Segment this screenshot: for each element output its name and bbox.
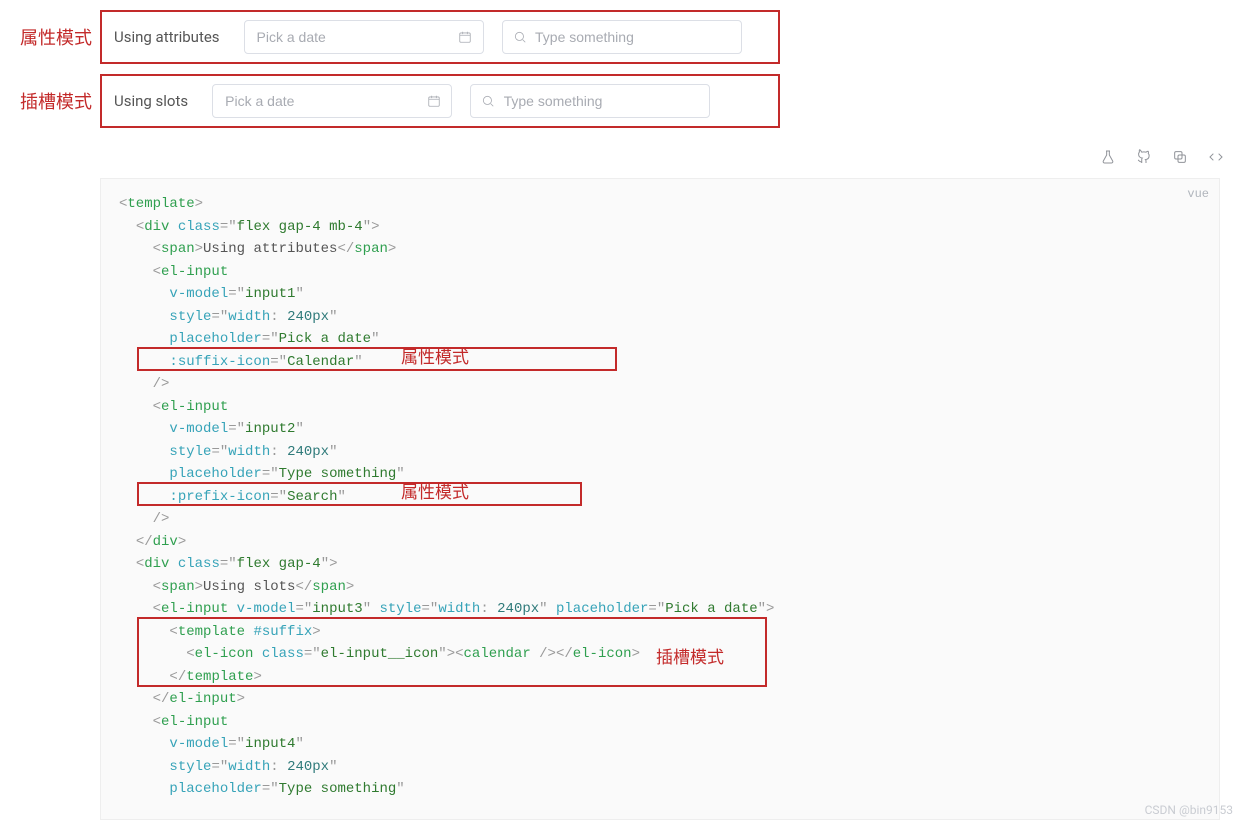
- search-input-slot[interactable]: [470, 84, 710, 118]
- code-line: <el-input v-model="input3" style="width:…: [119, 598, 1201, 621]
- code-toolbar: [0, 138, 1247, 172]
- search-icon: [481, 93, 495, 109]
- code-block: vue 属性模式 属性模式 插槽模式 <template> <div class…: [100, 178, 1220, 820]
- code-line: <el-input: [119, 396, 1201, 419]
- code-line: v-model="input2": [119, 418, 1201, 441]
- label-en-attributes: Using attributes: [114, 28, 220, 46]
- code-line: :suffix-icon="Calendar": [119, 351, 1201, 374]
- code-line: />: [119, 508, 1201, 531]
- code-line: v-model="input4": [119, 733, 1201, 756]
- code-line: <template>: [119, 193, 1201, 216]
- code-line: v-model="input1": [119, 283, 1201, 306]
- code-line: :prefix-icon="Search": [119, 486, 1201, 509]
- demo-row-attributes: 属性模式 Using attributes: [100, 10, 780, 64]
- code-line: style="width: 240px": [119, 306, 1201, 329]
- label-cn-attributes: 属性模式: [20, 24, 92, 50]
- code-toggle-icon[interactable]: [1207, 148, 1225, 166]
- flask-icon[interactable]: [1099, 148, 1117, 166]
- search-icon: [513, 29, 527, 45]
- code-line: </el-input>: [119, 688, 1201, 711]
- code-line: <el-input: [119, 261, 1201, 284]
- date-input-field[interactable]: [255, 28, 453, 46]
- label-en-slots: Using slots: [114, 92, 188, 110]
- search-input-slot-field[interactable]: [502, 92, 700, 110]
- code-line: style="width: 240px": [119, 756, 1201, 779]
- search-input-field[interactable]: [533, 28, 731, 46]
- date-input-slot[interactable]: [212, 84, 452, 118]
- annotation-attr-mode-2: 属性模式: [401, 482, 469, 505]
- annotation-slot-mode: 插槽模式: [656, 647, 724, 670]
- code-line: placeholder="Type something": [119, 778, 1201, 801]
- code-line: <div class="flex gap-4">: [119, 553, 1201, 576]
- github-icon[interactable]: [1135, 148, 1153, 166]
- watermark: CSDN @bin9153: [1145, 803, 1233, 817]
- label-cn-slots: 插槽模式: [20, 88, 92, 114]
- copy-icon[interactable]: [1171, 148, 1189, 166]
- code-line: />: [119, 373, 1201, 396]
- code-line: placeholder="Type something": [119, 463, 1201, 486]
- code-line: placeholder="Pick a date": [119, 328, 1201, 351]
- search-input-attr[interactable]: [502, 20, 742, 54]
- code-line: <el-input: [119, 711, 1201, 734]
- demo-area: 属性模式 Using attributes 插槽模式 Using slots: [0, 10, 1247, 128]
- code-line: <div class="flex gap-4 mb-4">: [119, 216, 1201, 239]
- date-input-slot-field[interactable]: [223, 92, 421, 110]
- code-line: <span>Using attributes</span>: [119, 238, 1201, 261]
- demo-row-slots: 插槽模式 Using slots: [100, 74, 780, 128]
- date-input-attr[interactable]: [244, 20, 484, 54]
- code-line: </div>: [119, 531, 1201, 554]
- code-line: style="width: 240px": [119, 441, 1201, 464]
- annotation-attr-mode-1: 属性模式: [401, 347, 469, 370]
- code-language-label: vue: [1187, 183, 1209, 206]
- calendar-icon: [427, 93, 441, 109]
- code-line: <template #suffix>: [119, 621, 1201, 644]
- code-line: <span>Using slots</span>: [119, 576, 1201, 599]
- calendar-icon: [458, 29, 472, 45]
